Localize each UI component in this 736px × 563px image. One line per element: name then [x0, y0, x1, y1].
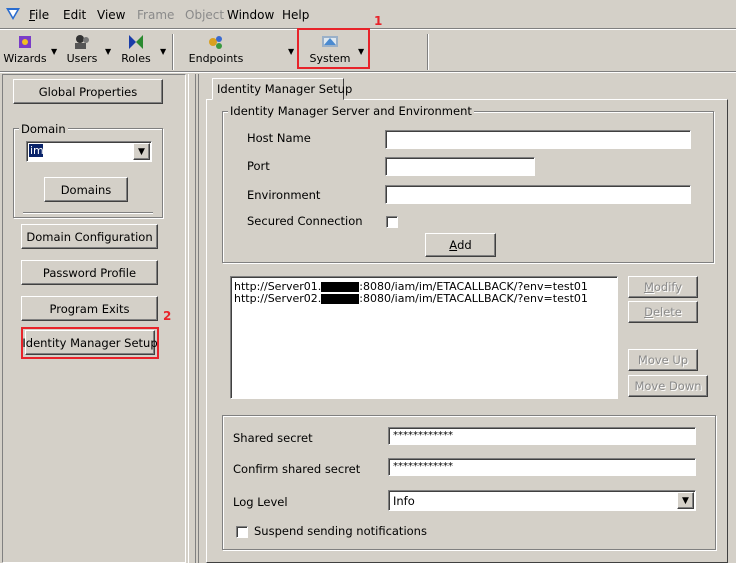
- wizards-dropdown-icon[interactable]: ▼: [51, 47, 57, 56]
- shared-secret-label: Shared secret: [233, 431, 313, 445]
- menu-bar: File Edit View Frame Object Window Help: [0, 0, 736, 28]
- host-name-input[interactable]: [385, 130, 691, 149]
- app-icon: [5, 6, 21, 22]
- roles-button[interactable]: Roles: [116, 33, 156, 71]
- move-up-button[interactable]: Move Up: [628, 349, 698, 371]
- port-input[interactable]: [385, 157, 535, 176]
- list-item[interactable]: http://Server02.:8080/iam/im/ETACALLBACK…: [234, 292, 588, 305]
- modify-button[interactable]: Modify: [628, 276, 698, 298]
- confirm-shared-secret-label: Confirm shared secret: [233, 462, 361, 476]
- redacted-block: [321, 294, 360, 304]
- suspend-notifications-label: Suspend sending notifications: [254, 524, 427, 538]
- shared-secret-input[interactable]: ************: [388, 427, 696, 445]
- users-dropdown-icon[interactable]: ▼: [105, 47, 111, 56]
- move-down-button[interactable]: Move Down: [628, 375, 708, 397]
- menu-frame[interactable]: Frame: [137, 8, 174, 22]
- annotation-box-1: [297, 28, 370, 69]
- annotation-label-2: 2: [163, 309, 172, 323]
- delete-button[interactable]: Delete: [628, 301, 698, 323]
- program-exits-button[interactable]: Program Exits: [21, 296, 158, 321]
- sidebar-divider: [23, 212, 153, 214]
- tab-identity-manager-setup[interactable]: Identity Manager Setup: [212, 78, 352, 100]
- endpoints-dropdown-icon[interactable]: ▼: [288, 47, 294, 56]
- server-environment-group-label: Identity Manager Server and Environment: [228, 104, 474, 118]
- menu-help[interactable]: Help: [282, 8, 309, 22]
- add-button[interactable]: Add: [425, 233, 496, 257]
- environment-label: Environment: [247, 188, 321, 202]
- endpoints-button[interactable]: Endpoints: [186, 33, 246, 71]
- wizards-button[interactable]: Wizards: [3, 33, 47, 71]
- port-label: Port: [247, 159, 270, 173]
- users-button[interactable]: Users: [62, 33, 102, 71]
- domains-button[interactable]: Domains: [44, 177, 128, 202]
- domain-configuration-button[interactable]: Domain Configuration: [21, 224, 158, 249]
- toolbar-separator-2: [427, 34, 429, 70]
- log-level-label: Log Level: [233, 495, 288, 509]
- chevron-down-icon[interactable]: ▼: [677, 492, 694, 509]
- log-level-select[interactable]: Info ▼: [388, 490, 696, 511]
- users-icon: [75, 35, 89, 49]
- domain-group-label: Domain: [19, 122, 68, 136]
- host-name-label: Host Name: [247, 131, 311, 145]
- menu-window[interactable]: Window: [227, 8, 274, 22]
- chevron-down-icon[interactable]: ▼: [133, 143, 150, 160]
- secured-connection-label: Secured Connection: [247, 214, 363, 228]
- toolbar-divider: [0, 71, 736, 73]
- menu-object[interactable]: Object: [185, 8, 224, 22]
- domain-select[interactable]: im ▼: [26, 141, 152, 162]
- menu-edit[interactable]: Edit: [63, 8, 86, 22]
- roles-icon: [129, 35, 143, 49]
- secured-connection-checkbox[interactable]: [386, 216, 398, 228]
- toolbar-separator: [172, 34, 174, 70]
- annotation-box-2: [21, 327, 159, 359]
- endpoints-icon: [209, 36, 222, 49]
- password-profile-button[interactable]: Password Profile: [21, 260, 158, 285]
- splitter[interactable]: [188, 74, 196, 563]
- menu-file[interactable]: File: [29, 8, 49, 22]
- roles-dropdown-icon[interactable]: ▼: [160, 47, 166, 56]
- environment-input[interactable]: [385, 185, 691, 204]
- confirm-shared-secret-input[interactable]: ************: [388, 458, 696, 476]
- redacted-block: [321, 282, 360, 292]
- global-properties-button[interactable]: Global Properties: [13, 79, 163, 104]
- annotation-label-1: 1: [374, 14, 383, 28]
- menu-view[interactable]: View: [97, 8, 125, 22]
- suspend-notifications-checkbox[interactable]: [236, 526, 248, 538]
- wizards-icon: [19, 36, 31, 48]
